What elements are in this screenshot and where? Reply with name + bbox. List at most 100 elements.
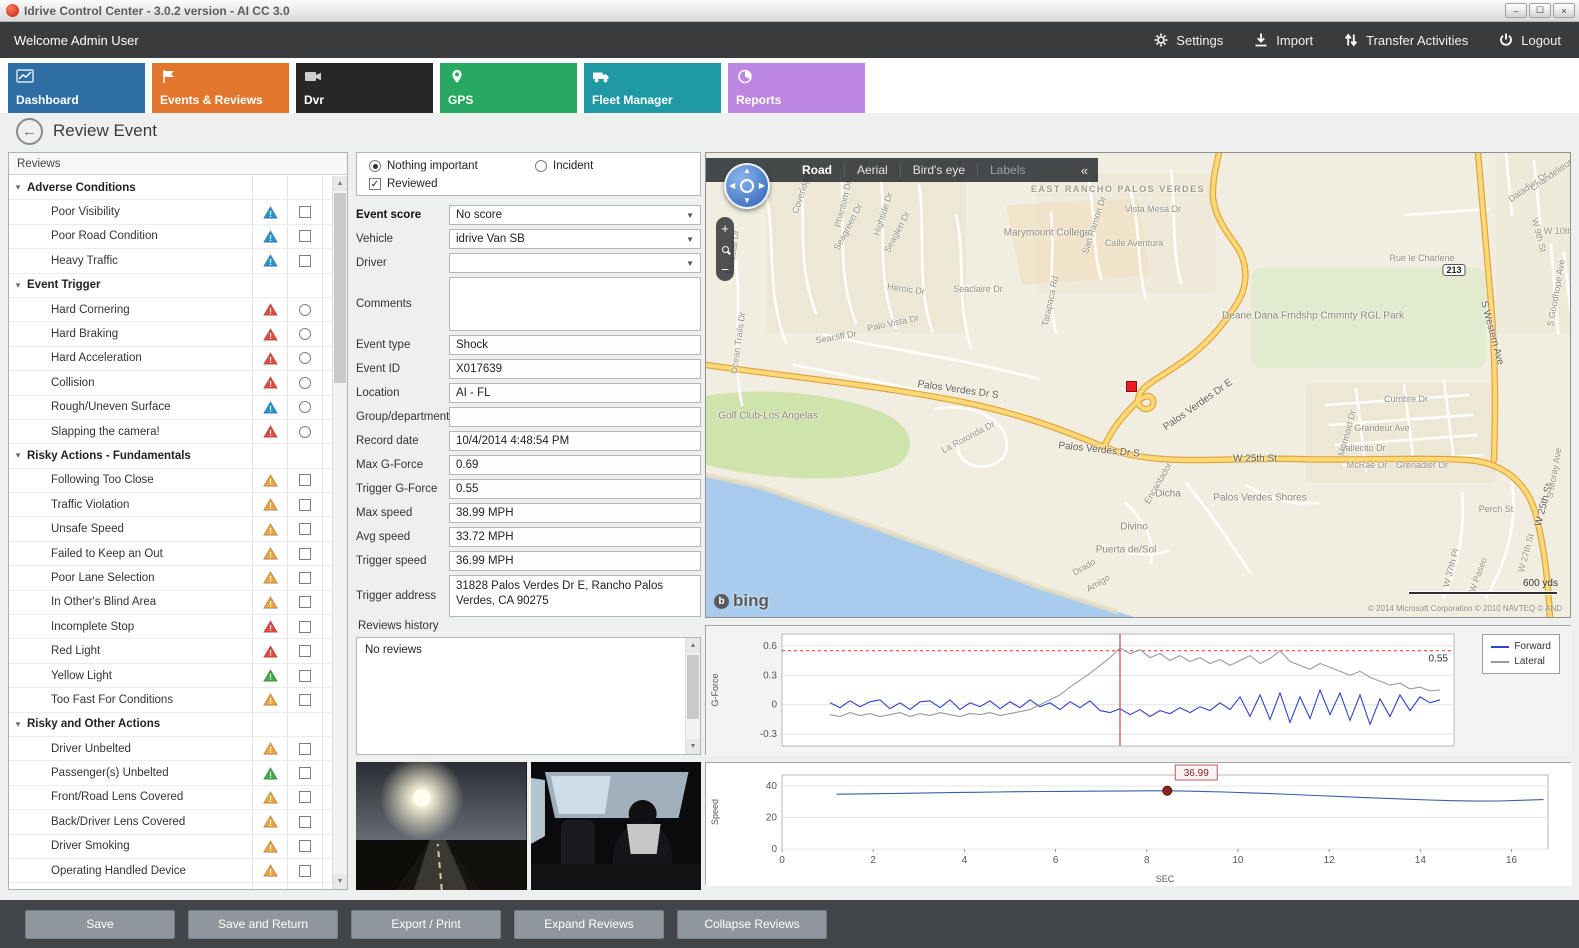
radio-nothing-important[interactable]: Nothing important <box>369 160 478 172</box>
review-item-operating-handled-device[interactable]: Operating Handled Device! <box>9 859 332 883</box>
review-radio[interactable] <box>299 377 311 389</box>
review-checkbox[interactable] <box>299 474 311 486</box>
review-item-hard-acceleration[interactable]: Hard Acceleration! <box>9 347 332 371</box>
checkbox-reviewed[interactable]: ✓Reviewed <box>369 178 438 190</box>
review-checkbox[interactable] <box>299 767 311 779</box>
scroll-down-icon[interactable]: ▼ <box>686 739 700 754</box>
minimize-button[interactable]: – <box>1505 3 1527 18</box>
reviews-history-scrollbar[interactable]: ▲ ▼ <box>685 638 700 754</box>
review-item-red-light[interactable]: Red Light! <box>9 639 332 663</box>
collapse-reviews-button[interactable]: Collapse Reviews <box>677 910 827 939</box>
review-item-poor-lane-selection[interactable]: Poor Lane Selection! <box>9 566 332 590</box>
vehicle-select[interactable]: idrive Van SB▼ <box>449 229 701 249</box>
back-button[interactable]: ← <box>16 118 43 145</box>
pan-left-icon[interactable]: ◀ <box>729 182 735 190</box>
review-item-failed-to-keep-an-out[interactable]: Failed to Keep an Out! <box>9 542 332 566</box>
review-item-hard-braking[interactable]: Hard Braking! <box>9 322 332 346</box>
export-print-button[interactable]: Export / Print <box>351 910 501 939</box>
radio-control[interactable] <box>369 160 381 172</box>
review-checkbox[interactable] <box>299 840 311 852</box>
collapse-arrow-icon[interactable]: ▾ <box>9 182 27 193</box>
reviews-scrollbar[interactable]: ▲ ▼ <box>332 176 347 889</box>
map[interactable]: EAST RANCHO PALOS VERDESMarymount Colleg… <box>705 152 1571 618</box>
cabin-camera-thumbnail[interactable] <box>531 762 702 890</box>
map-view-road-button[interactable]: Road <box>790 163 844 177</box>
zoom-in-icon[interactable]: + <box>721 221 729 236</box>
review-item-slapping-the-camera[interactable]: Slapping the camera!! <box>9 420 332 444</box>
review-item-rough-uneven-surface[interactable]: Rough/Uneven Surface! <box>9 396 332 420</box>
radio-incident[interactable]: Incident <box>535 160 593 172</box>
review-checkbox[interactable] <box>299 499 311 511</box>
review-radio[interactable] <box>299 328 311 340</box>
zoom-out-icon[interactable]: − <box>721 262 729 277</box>
scroll-up-icon[interactable]: ▲ <box>333 176 347 191</box>
checkbox-control[interactable]: ✓ <box>369 178 381 190</box>
review-group-risky-actions-fundamentals[interactable]: ▾Risky Actions - Fundamentals <box>9 444 332 468</box>
scroll-down-icon[interactable]: ▼ <box>333 874 347 889</box>
collapse-arrow-icon[interactable]: ▾ <box>9 280 27 291</box>
collapse-arrow-icon[interactable]: ▾ <box>9 719 27 730</box>
review-checkbox[interactable] <box>299 596 311 608</box>
scrollbar-thumb[interactable] <box>334 193 346 383</box>
review-item-partial[interactable]: ! <box>9 883 332 889</box>
review-checkbox[interactable] <box>299 523 311 535</box>
map-view-labels-button[interactable]: Labels <box>977 163 1037 177</box>
review-item-incomplete-stop[interactable]: Incomplete Stop! <box>9 615 332 639</box>
tab-dvr[interactable]: Dvr <box>296 63 433 113</box>
review-item-collision[interactable]: Collision! <box>9 371 332 395</box>
review-item-unsafe-speed[interactable]: Unsafe Speed! <box>9 517 332 541</box>
review-checkbox[interactable] <box>299 743 311 755</box>
map-view-aerial-button[interactable]: Aerial <box>844 163 900 177</box>
tab-reports[interactable]: Reports <box>728 63 865 113</box>
review-checkbox[interactable] <box>299 670 311 682</box>
scrollbar-thumb[interactable] <box>687 655 699 719</box>
review-radio[interactable] <box>299 352 311 364</box>
maximize-button[interactable]: ☐ <box>1529 3 1551 18</box>
tab-dashboard[interactable]: Dashboard <box>8 63 145 113</box>
review-radio[interactable] <box>299 304 311 316</box>
map-compass-control[interactable]: ▲ ▼ ◀ ▶ <box>724 163 770 209</box>
review-item-traffic-violation[interactable]: Traffic Violation! <box>9 493 332 517</box>
review-checkbox[interactable] <box>299 572 311 584</box>
review-item-front-road-lens-covered[interactable]: Front/Road Lens Covered! <box>9 786 332 810</box>
tab-fleet-manager[interactable]: Fleet Manager <box>584 63 721 113</box>
pan-down-icon[interactable]: ▼ <box>743 197 751 205</box>
review-item-poor-road-condition[interactable]: Poor Road Condition! <box>9 225 332 249</box>
review-checkbox[interactable] <box>299 694 311 706</box>
review-item-driver-smoking[interactable]: Driver Smoking! <box>9 835 332 859</box>
review-item-hard-cornering[interactable]: Hard Cornering! <box>9 298 332 322</box>
save-button[interactable]: Save <box>25 910 175 939</box>
scroll-up-icon[interactable]: ▲ <box>686 638 700 653</box>
import-button[interactable]: Import <box>1253 32 1313 48</box>
review-group-event-trigger[interactable]: ▾Event Trigger <box>9 274 332 298</box>
review-item-driver-unbelted[interactable]: Driver Unbelted! <box>9 737 332 761</box>
review-item-in-other-s-blind-area[interactable]: In Other's Blind Area! <box>9 591 332 615</box>
tab-gps[interactable]: GPS <box>440 63 577 113</box>
review-checkbox[interactable] <box>299 548 311 560</box>
event-score-select[interactable]: No score▼ <box>449 205 701 225</box>
reviews-history-box[interactable]: No reviews ▲ ▼ <box>356 637 701 755</box>
map-toolbar-collapse-icon[interactable]: « <box>1069 163 1098 178</box>
tab-events-reviews[interactable]: Events & Reviews <box>152 63 289 113</box>
review-checkbox[interactable] <box>299 206 311 218</box>
settings-button[interactable]: Settings <box>1153 32 1223 48</box>
save-and-return-button[interactable]: Save and Return <box>188 910 338 939</box>
review-checkbox[interactable] <box>299 791 311 803</box>
event-location-marker[interactable] <box>1126 381 1137 392</box>
review-checkbox[interactable] <box>299 816 311 828</box>
review-checkbox[interactable] <box>299 255 311 267</box>
review-radio[interactable] <box>299 426 311 438</box>
pan-right-icon[interactable]: ▶ <box>759 182 765 190</box>
review-checkbox[interactable] <box>299 621 311 633</box>
review-item-poor-visibility[interactable]: Poor Visibility! <box>9 200 332 224</box>
pan-up-icon[interactable]: ▲ <box>743 167 751 175</box>
review-item-heavy-traffic[interactable]: Heavy Traffic! <box>9 249 332 273</box>
close-button[interactable]: × <box>1553 3 1575 18</box>
map-view-bird-s-eye-button[interactable]: Bird's eye <box>900 163 977 177</box>
radio-control[interactable] <box>535 160 547 172</box>
logout-button[interactable]: Logout <box>1498 32 1561 48</box>
review-item-back-driver-lens-covered[interactable]: Back/Driver Lens Covered! <box>9 810 332 834</box>
comments-textarea[interactable] <box>449 277 701 331</box>
transfer-activities-button[interactable]: Transfer Activities <box>1343 32 1468 48</box>
review-group-risky-and-other-actions[interactable]: ▾Risky and Other Actions <box>9 713 332 737</box>
